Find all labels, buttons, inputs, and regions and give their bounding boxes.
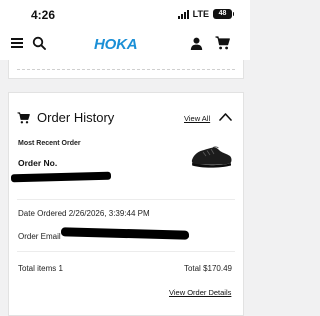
order-history-header: Order History View All xyxy=(9,93,243,135)
order-history-card: Order History View All Most Recent Order… xyxy=(8,92,244,316)
cart-icon xyxy=(17,112,30,124)
previous-card xyxy=(8,60,244,79)
order-email-row: Order Email xyxy=(18,232,61,241)
shoe-thumbnail[interactable] xyxy=(189,138,233,172)
total-items: Total items 1 xyxy=(18,264,63,273)
status-time: 4:26 xyxy=(31,8,56,22)
view-all-link[interactable]: View All xyxy=(184,114,210,123)
date-ordered-row: Date Ordered 2/26/2026, 3:39:44 PM xyxy=(18,209,150,218)
signal-icon xyxy=(177,9,189,19)
chevron-up-icon[interactable] xyxy=(219,112,232,121)
order-email-label: Order Email xyxy=(18,232,61,241)
total-items-label: Total items xyxy=(18,264,57,273)
app-header: HOKA xyxy=(0,30,250,60)
order-history-title: Order History xyxy=(37,110,115,125)
redacted-order-number xyxy=(10,171,112,183)
date-ordered-label: Date Ordered xyxy=(18,209,67,218)
hoka-logo[interactable]: HOKA xyxy=(94,36,138,53)
total-label: Total xyxy=(183,264,201,273)
menu-icon[interactable] xyxy=(11,38,23,48)
status-bar: 4:26 LTE 48 xyxy=(0,0,250,30)
status-icons: LTE 48 xyxy=(177,9,234,19)
divider xyxy=(17,251,235,252)
battery-level: 48 xyxy=(218,10,227,17)
total-items-value: 1 xyxy=(58,264,63,273)
order-number-label: Order No. xyxy=(18,158,58,168)
network-label: LTE xyxy=(192,9,209,19)
cart-icon[interactable] xyxy=(215,36,230,50)
total-value: $170.49 xyxy=(203,264,232,273)
search-icon[interactable] xyxy=(32,36,46,50)
most-recent-order-label: Most Recent Order xyxy=(18,140,81,147)
date-ordered-value: 2/26/2026, 3:39:44 PM xyxy=(68,209,150,218)
divider xyxy=(17,199,235,200)
battery-icon: 48 xyxy=(213,9,234,19)
order-total: Total $170.49 xyxy=(184,264,232,273)
dashed-divider xyxy=(17,69,235,70)
account-icon[interactable] xyxy=(190,37,203,50)
view-order-details-link[interactable]: View Order Details xyxy=(169,288,231,297)
